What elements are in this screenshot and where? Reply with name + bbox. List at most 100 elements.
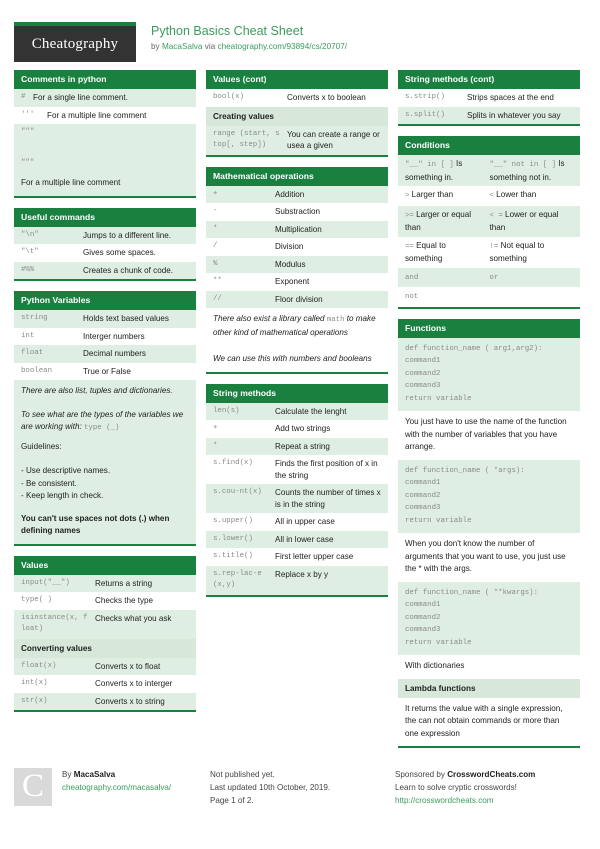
condition-right: != Not equal to something — [490, 240, 575, 265]
row-code: "\n" — [21, 230, 39, 239]
row-desc: Modulus — [275, 259, 306, 269]
block-subtitle: Converting values — [14, 638, 196, 658]
row-desc: First letter upper case — [275, 552, 354, 561]
row-desc: Addition — [275, 189, 305, 199]
cheatography-logo-text: Cheatography — [31, 35, 119, 52]
condition-left-code: and — [405, 273, 419, 282]
table-row: % Modulus — [206, 255, 388, 273]
table-row: "__" in [ ] Is something in. "__" not in… — [398, 155, 580, 186]
condition-right — [490, 290, 575, 304]
row-desc: Converts x to string — [95, 696, 165, 706]
guideline-item: - Keep length in check. — [14, 490, 196, 509]
row-desc: Division — [275, 242, 304, 251]
row-desc — [47, 127, 190, 139]
block-title: String methods — [206, 383, 388, 403]
row-desc: For a single line comment. — [33, 93, 128, 102]
code-line: command1 — [405, 601, 441, 609]
row-code: * — [213, 441, 218, 450]
source-url-link[interactable]: cheatography.com/93894/cs/20707/ — [217, 42, 347, 51]
block-note: When you don't know the number of argume… — [405, 539, 566, 573]
table-row: * Repeat a string — [206, 437, 388, 455]
row-desc: Returns a string — [95, 578, 153, 588]
row-code: s.upper() — [213, 517, 253, 525]
row-code: / — [213, 242, 218, 250]
footer-status-column: Not published yet. Last updated 10th Oct… — [210, 768, 395, 807]
row-code: input("__") — [21, 578, 70, 587]
row-code: s.lower() — [213, 534, 253, 543]
row-desc: Finds the first position of x in the str… — [275, 459, 378, 480]
row-code: ''' — [21, 110, 35, 119]
column-1: Comments in python # For a single line c… — [14, 70, 196, 722]
table-row: # For a single line comment. — [14, 89, 196, 107]
row-code: string — [21, 314, 48, 322]
condition-right: or — [490, 271, 575, 285]
block-note: Guidelines: — [14, 440, 196, 459]
row-desc: Holds text based values — [83, 314, 169, 323]
table-row: s.lower() All in lower case — [206, 530, 388, 548]
table-row: + Add two strings — [206, 420, 388, 438]
table-row: s.title() First letter upper case — [206, 548, 388, 566]
condition-right-code: or — [489, 273, 499, 282]
table-row: s.upper() All in upper case — [206, 513, 388, 531]
condition-left: >= Larger or equal than — [405, 209, 490, 234]
table-row: // Floor division — [206, 290, 388, 308]
row-desc: You can create a range or usea a given — [287, 129, 380, 151]
row-code: isinstance(x, float) — [21, 613, 88, 634]
condition-left-code: == — [405, 242, 414, 251]
table-row: string Holds text based values — [14, 310, 196, 328]
row-desc: Converts x to float — [95, 661, 161, 671]
cheatography-logo[interactable]: Cheatography — [14, 22, 136, 62]
code-sample-kwargs: def function_name ( **kwargs): command1 … — [398, 581, 580, 655]
table-row: - Substraction — [206, 203, 388, 221]
footer-sponsor-link[interactable]: http://crosswordcheats.com — [395, 794, 585, 807]
row-desc: Converts x to interger — [95, 679, 173, 688]
row-code: s.rep-lac-e(x,y) — [213, 569, 262, 590]
block-mathematical-operations: Mathematical operations + Addition - Sub… — [206, 166, 388, 374]
code-line: command3 — [405, 626, 441, 634]
table-row: >= Larger or equal than < = Lower or equ… — [398, 205, 580, 237]
row-code: boolean — [21, 366, 53, 375]
byline-author[interactable]: MacaSalva — [162, 42, 203, 51]
condition-left-desc: Larger than — [409, 190, 454, 199]
code-sample-args: def function_name ( arg1,arg2): command1… — [398, 337, 580, 411]
condition-left: == Equal to something — [405, 240, 490, 265]
row-code: * — [213, 224, 218, 233]
table-row: s.rep-lac-e(x,y) Replace x by y — [206, 565, 388, 595]
condition-left-code: "__" in [ ] — [405, 161, 454, 169]
footer-author-link[interactable]: cheatography.com/macasalva/ — [62, 781, 210, 794]
block-values-cont: Values (cont) bool(x) Converts x to bool… — [206, 70, 388, 157]
table-row: bool(x) Converts x to boolean — [206, 89, 388, 107]
table-row: and or — [398, 267, 580, 287]
block-subtitle: Creating values — [206, 106, 388, 126]
row-desc: Jumps to a different line. — [83, 230, 172, 240]
row-desc: Gives some spaces. — [83, 248, 156, 257]
footer-sponsor-name[interactable]: CrosswordCheats.com — [447, 770, 535, 779]
footer-page-number: Page 1 of 2. — [210, 796, 254, 805]
block-functions: Functions def function_name ( arg1,arg2)… — [398, 318, 580, 748]
condition-left: > Larger than — [405, 189, 490, 203]
row-desc: Calculate the lenght — [275, 406, 347, 416]
footer-sponsor-line: Sponsored by CrosswordCheats.com — [395, 768, 585, 781]
row-desc: Interger numbers — [83, 331, 145, 341]
table-row: isinstance(x, float) Checks what you ask — [14, 609, 196, 639]
row-desc: True or False — [83, 366, 131, 376]
table-row: / Division — [206, 238, 388, 256]
page-footer: C By MacaSalva cheatography.com/macasalv… — [0, 760, 600, 807]
code-line: return variable — [405, 394, 472, 403]
code-line: return variable — [405, 516, 472, 525]
row-desc: Checks the type — [95, 596, 154, 605]
block-title: String methods (cont) — [398, 70, 580, 89]
row-code: str(x) — [21, 696, 48, 705]
byline: by MacaSalva via cheatography.com/93894/… — [151, 41, 347, 52]
block-title: Conditions — [398, 136, 580, 155]
table-row: s.split() Splits in whatever you say — [398, 106, 580, 124]
row-code: range (start, stop[, step]) — [213, 129, 280, 150]
row-code: - — [213, 207, 218, 215]
row-desc: Exponent — [275, 277, 310, 286]
row-code: s.strip() — [405, 93, 445, 101]
block-title: Mathematical operations — [206, 166, 388, 186]
block-useful-commands: Useful commands "\n" Jumps to a differen… — [14, 207, 196, 281]
block-note: It returns the value with a single expre… — [405, 703, 563, 738]
row-code: // — [213, 294, 222, 303]
table-row: int(x) Converts x to interger — [14, 675, 196, 693]
